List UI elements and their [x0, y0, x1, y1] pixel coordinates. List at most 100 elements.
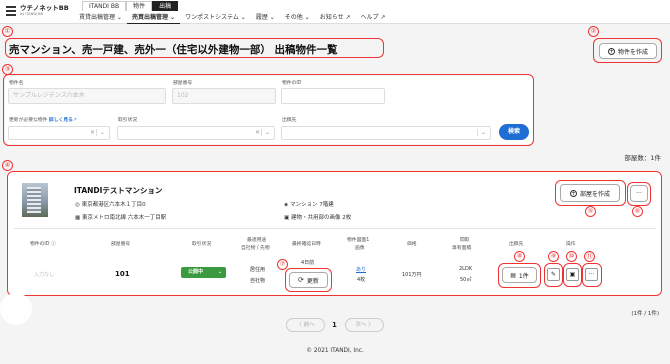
- page-title: 売マンション、売一戸建、売外一（住宅以外建物一部） 出稿物件一覧: [9, 44, 338, 56]
- tab-itandi-bb[interactable]: ITANDI BB: [82, 1, 127, 11]
- room-count: 部屋数：1件: [624, 154, 661, 162]
- annotation-2: ②: [588, 26, 599, 37]
- nav-other[interactable]: その他 ⌄: [280, 13, 315, 24]
- status-select[interactable]: ✕ ⌄: [117, 126, 275, 140]
- cell-layout: 2LDK: [459, 266, 473, 272]
- refresh-icon: ⟳: [298, 276, 304, 284]
- hamburger-menu-icon[interactable]: [6, 6, 16, 16]
- column-header-price: 価格: [407, 242, 417, 247]
- plus-circle-icon: +: [569, 189, 577, 197]
- column-header-layout: 間取: [460, 238, 470, 243]
- external-link-icon: ↗: [72, 118, 77, 123]
- row-more-icon[interactable]: ···: [585, 268, 598, 281]
- train-icon: ▦: [75, 215, 81, 221]
- property-name-input[interactable]: サンプルレジデンス六本木: [8, 88, 166, 104]
- column-header-area: 専有面積: [452, 246, 472, 251]
- nav-sale-publish[interactable]: 売買出稿管理 ⌄: [126, 13, 181, 24]
- chevron-down-icon: ⌄: [260, 129, 270, 136]
- cell-confirm-date: 4日前: [301, 260, 315, 266]
- station-text: 東京メトロ南北線 六本木一丁目駅: [81, 215, 167, 221]
- image-edit-icon[interactable]: ▣: [566, 268, 579, 281]
- tab-publish[interactable]: 出稿: [152, 1, 179, 11]
- room-number-input[interactable]: 102: [172, 88, 276, 104]
- property-id-input[interactable]: [281, 88, 385, 104]
- current-page[interactable]: 1: [332, 321, 337, 329]
- cell-price: 101万円: [402, 272, 422, 278]
- cell-image-count: 4枚: [357, 277, 366, 283]
- product-tabs: ITANDI BB 物件 出稿: [82, 1, 179, 11]
- create-property-button[interactable]: + 物件を作成: [599, 43, 657, 59]
- annotation-10: ⑩: [566, 251, 577, 262]
- address-text: 東京都港区六本木１丁目0: [81, 202, 146, 208]
- property-thumbnail[interactable]: [22, 183, 48, 217]
- cell-usage: 居住用: [250, 267, 266, 273]
- rows-info: (1件 / 1件): [631, 311, 659, 317]
- search-button[interactable]: 検索: [499, 124, 529, 140]
- chevron-down-icon: ⌄: [95, 129, 105, 136]
- annotation-11: ⑪: [584, 251, 595, 262]
- plus-circle-icon: +: [607, 47, 615, 55]
- publish-count: 1件: [518, 272, 529, 280]
- publish-to-select[interactable]: ⌄: [281, 126, 491, 140]
- cell-area: 50㎡: [460, 277, 472, 283]
- column-header-images: 画像: [355, 246, 365, 251]
- nav-rental-publish[interactable]: 賃貸出稿管理 ⌄: [74, 13, 127, 24]
- nav-news[interactable]: お知らせ ↗: [315, 13, 356, 24]
- building-type: ◈ マンション 7階建: [284, 200, 334, 208]
- nav-help[interactable]: ヘルプ ↗: [356, 13, 391, 24]
- app-logo[interactable]: ウチノネットBB by ITANDI BB: [20, 4, 70, 18]
- logo-text: ウチノネットBB: [20, 4, 69, 12]
- update-required-label: 更新が必要な物件 詳しく見る↗: [9, 116, 77, 123]
- property-name-label: 物件名: [9, 81, 24, 86]
- building-type-text: マンション 7階建: [289, 202, 334, 208]
- next-page-button[interactable]: 次へ 〉: [345, 318, 384, 332]
- annotation-5: ⑤: [585, 206, 596, 217]
- annotation-9: ⑨: [548, 251, 559, 262]
- publish-destination-button[interactable]: ▤ 1件: [502, 267, 537, 283]
- floorplan-link[interactable]: あり: [356, 266, 366, 273]
- image-icon: ▣: [284, 215, 290, 221]
- main-nav: 賃貸出稿管理 ⌄ 売買出稿管理 ⌄ ワンポストシステム ⌄ 履歴 ⌄ その他 ⌄…: [74, 13, 390, 24]
- building-images: ▣ 建物・共用部の画像 2枚: [284, 213, 351, 221]
- tab-property[interactable]: 物件: [126, 1, 153, 11]
- update-required-select[interactable]: ✕ ⌄: [8, 126, 110, 140]
- update-required-text: 更新が必要な物件: [9, 118, 48, 123]
- create-property-label: 物件を作成: [617, 48, 648, 56]
- annotation-6: ⑥: [632, 206, 643, 217]
- create-room-label: 部屋を作成: [579, 190, 610, 198]
- card-more-button[interactable]: ···: [630, 185, 648, 202]
- status-label: 取引状況: [118, 118, 138, 123]
- property-name[interactable]: ITANDIテストマンション: [74, 185, 162, 196]
- annotation-4: ④: [2, 160, 13, 171]
- clear-icon[interactable]: ✕: [90, 129, 95, 136]
- column-header-usage: 最適用途: [247, 238, 267, 243]
- clear-icon[interactable]: ✕: [255, 129, 260, 136]
- column-header-publish-to: 出稿先: [509, 242, 524, 247]
- annotation-1: ①: [2, 26, 13, 37]
- station: ▦ 東京メトロ南北線 六本木一丁目駅: [75, 213, 166, 221]
- location-pin-icon: ◎: [75, 202, 80, 208]
- status-badge[interactable]: 公開中 ⌄: [181, 267, 226, 278]
- status-text: 公開中: [188, 269, 204, 275]
- cell-room-number[interactable]: 101: [115, 270, 130, 278]
- divider: [14, 228, 656, 229]
- top-bar: ウチノネットBB by ITANDI BB ITANDI BB 物件 出稿 賃貸…: [0, 0, 670, 24]
- nav-history[interactable]: 履歴 ⌄: [251, 13, 280, 24]
- cell-property-id: 入力なし: [34, 272, 55, 278]
- column-header-room-number: 部屋番号: [111, 242, 131, 247]
- create-room-button[interactable]: + 部屋を作成: [560, 184, 620, 202]
- logo-subtext: by ITANDI BB: [20, 12, 43, 16]
- annotation-8: ⑧: [514, 251, 525, 262]
- building-images-text: 建物・共用部の画像 2枚: [290, 215, 352, 221]
- update-label: 更新: [306, 277, 319, 285]
- prev-page-button[interactable]: 〈 前へ: [286, 318, 325, 332]
- room-number-label: 部屋番号: [173, 81, 193, 86]
- publish-to-label: 出稿先: [282, 118, 297, 123]
- nav-one-post[interactable]: ワンポストシステム ⌄: [180, 13, 251, 24]
- column-header-floorplan: 物件図面1: [347, 238, 370, 243]
- chevron-down-icon: ⌄: [476, 129, 486, 136]
- edit-icon[interactable]: ✎: [547, 268, 560, 281]
- column-header-actions: 操作: [566, 242, 576, 247]
- update-button[interactable]: ⟳ 更新: [289, 272, 328, 288]
- details-link[interactable]: 詳しく見る: [49, 118, 73, 123]
